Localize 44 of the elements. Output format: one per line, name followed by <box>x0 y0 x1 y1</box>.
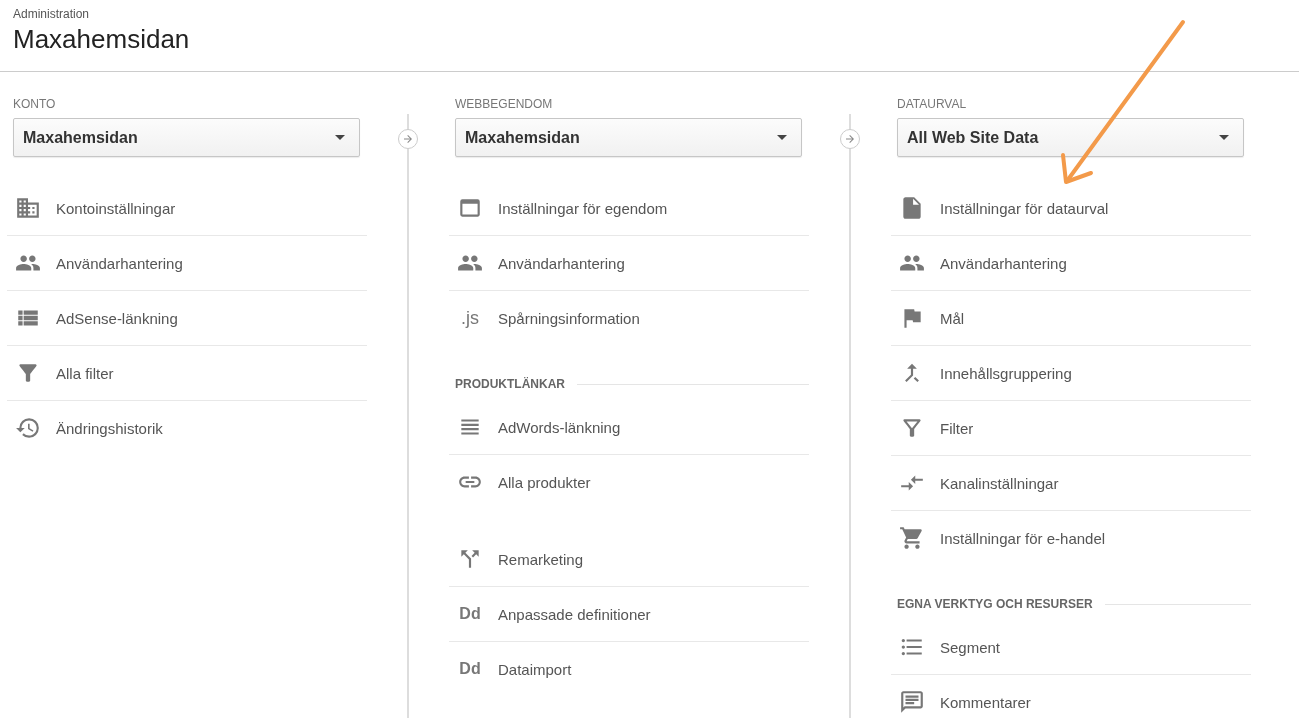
letters-icon: Dd <box>456 660 484 678</box>
cart-icon <box>899 525 925 551</box>
menu-link[interactable]: Användarhantering <box>891 250 1067 276</box>
menu-link[interactable]: Användarhantering <box>449 250 625 276</box>
dropdown-select[interactable]: Maxahemsidan <box>455 118 802 157</box>
column-label: WEBBEGENDOM <box>455 96 554 112</box>
dropdown-select[interactable]: Maxahemsidan <box>13 118 360 157</box>
caret-icon <box>335 135 345 140</box>
menu-link[interactable]: Filter <box>891 415 974 441</box>
menu-link[interactable]: Dd Anpassade definitioner <box>449 605 651 623</box>
breadcrumb: Administration <box>13 6 91 22</box>
dropdown-select[interactable]: All Web Site Data <box>897 118 1244 157</box>
script-icon: .js <box>456 307 484 329</box>
menu-link[interactable]: Alla produkter <box>449 469 591 495</box>
letters-icon: Dd <box>456 605 484 623</box>
menu-link[interactable]: Användarhantering <box>7 250 183 276</box>
menu-link[interactable]: Kommentarer <box>891 689 1031 715</box>
arrow-circle-icon <box>398 129 418 149</box>
menu-link[interactable]: AdWords-länkning <box>449 414 621 440</box>
caret-icon <box>777 135 787 140</box>
column-label: DATAURVAL <box>897 96 968 112</box>
section-heading: EGNA VERKTYG OCH RESURSER <box>897 597 1093 611</box>
menu-link[interactable]: Alla filter <box>7 360 114 386</box>
menu-link[interactable]: Inställningar för e-handel <box>891 525 1106 551</box>
building-icon <box>15 195 41 221</box>
section-heading: PRODUKTLÄNKAR <box>455 377 565 391</box>
menu-link[interactable]: AdSense-länkning <box>7 305 178 331</box>
menu-link[interactable]: Inställningar för dataurval <box>891 195 1109 221</box>
menu-link[interactable]: Kanalinställningar <box>891 470 1059 496</box>
menu-link[interactable]: Remarketing <box>449 546 584 572</box>
menu-link[interactable]: Ändringshistorik <box>7 415 163 441</box>
history-icon <box>15 415 41 441</box>
chat-icon <box>899 689 925 715</box>
menu-link[interactable]: Kontoinställningar <box>7 195 176 221</box>
page-title: Maxahemsidan <box>13 23 191 56</box>
menu-link[interactable]: .js Spårningsinformation <box>449 307 640 329</box>
menu-link[interactable]: Innehållsgruppering <box>891 360 1072 386</box>
menu-link[interactable]: Inställningar för egendom <box>449 195 668 221</box>
menu-link[interactable]: Mål <box>891 305 965 331</box>
menu-link[interactable]: Segment <box>891 634 1001 660</box>
column-label: KONTO <box>13 96 57 112</box>
caret-icon <box>1219 135 1229 140</box>
menu-link[interactable]: Dd Dataimport <box>449 660 572 678</box>
arrow-circle-icon <box>840 129 860 149</box>
